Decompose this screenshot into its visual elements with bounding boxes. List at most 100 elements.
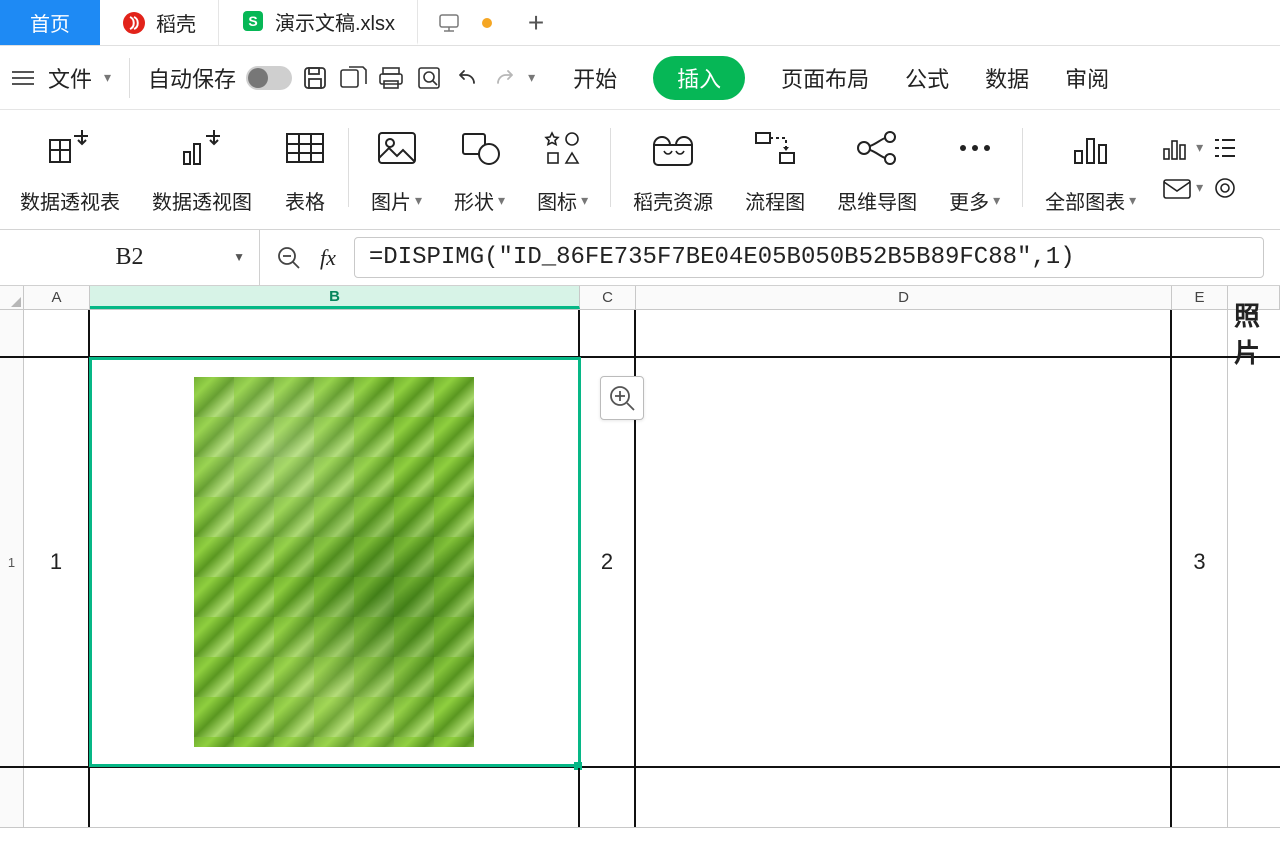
pivot-chart-button[interactable]: 数据透视图 [136,124,268,215]
new-tab-button[interactable]: + [512,0,560,45]
cell[interactable] [1228,768,1280,827]
print-button[interactable] [376,63,406,93]
select-all-corner[interactable] [0,286,24,309]
all-charts-label: 全部图表▾ [1045,186,1136,215]
envelope-icon[interactable]: ▾ [1162,174,1203,202]
shape-button[interactable]: 形状▾ [438,124,521,215]
autosave-toggle[interactable]: 自动保存 [148,62,292,94]
icon-button[interactable]: 图标▾ [521,124,604,215]
more-label: 更多▾ [949,186,1000,215]
tab-file-label: 演示文稿.xlsx [275,7,395,36]
photo-header-cell[interactable]: 照片 [1228,310,1280,356]
row-header-1[interactable]: 1 [0,358,24,766]
cell-F2[interactable] [1228,358,1280,766]
tab-home-label: 首页 [30,8,70,37]
small-chart-group: ▾ ▾ [1152,120,1213,215]
toolbar-more-icon[interactable]: ▾ [528,69,535,86]
cell[interactable] [580,310,636,356]
cell-E2[interactable]: 3 [1172,358,1228,766]
cell[interactable] [1172,310,1228,356]
col-E[interactable]: E [1172,286,1228,309]
undo-button[interactable] [452,63,482,93]
icons-icon [542,124,584,172]
svg-text:S: S [248,13,257,29]
picture-label: 图片▾ [371,186,422,215]
name-box[interactable]: B2 ▼ [0,230,260,285]
docer-resource-button[interactable]: 稻壳资源 [617,124,729,215]
cell-B2[interactable] [90,358,580,766]
small-chart-group2 [1213,120,1247,215]
tab-docer[interactable]: 稻壳 [100,0,219,45]
menu-review[interactable]: 审阅 [1065,62,1109,94]
col-B[interactable]: B [90,286,580,309]
cell[interactable] [90,768,580,827]
target-icon[interactable] [1213,174,1237,202]
spreadsheet-grid[interactable]: A B C D E 照片 1 1 2 3 [0,286,1280,828]
flowchart-label: 流程图 [745,186,805,215]
col-C[interactable]: C [580,286,636,309]
list-icon[interactable] [1213,134,1237,162]
menu-insert[interactable]: 插入 [653,56,745,100]
fx-label[interactable]: fx [320,245,336,271]
document-tabs: 首页 稻壳 S 演示文稿.xlsx + [0,0,1280,46]
save-as-button[interactable] [338,63,368,93]
menu-start[interactable]: 开始 [573,62,617,94]
pivot-table-label: 数据透视表 [20,186,120,215]
chart-icon [1069,124,1113,172]
flowchart-button[interactable]: 流程图 [729,124,821,215]
table-row: 照片 [0,310,1280,358]
mindmap-button[interactable]: 思维导图 [821,124,933,215]
pivot-table-button[interactable]: 数据透视表 [4,124,136,215]
table-icon [284,124,326,172]
picture-icon [376,124,418,172]
col-D[interactable]: D [636,286,1172,309]
mindmap-label: 思维导图 [837,186,917,215]
quick-toolbar: 文件 ▾ 自动保存 ▾ 开始 插入 页面布局 公式 数据 审阅 [0,46,1280,110]
menu-formula[interactable]: 公式 [905,62,949,94]
table-button[interactable]: 表格 [268,124,342,215]
row-header[interactable] [0,768,24,827]
zoom-out-icon[interactable] [276,245,302,271]
more-icon [955,124,995,172]
cell-D2[interactable] [636,358,1172,766]
formula-input[interactable]: =DISPIMG("ID_86FE735F7BE04E05B050B52B5B8… [354,237,1264,278]
switch-icon[interactable] [246,66,292,90]
docer-resource-label: 稻壳资源 [633,186,713,215]
status-dot [482,18,492,28]
separator [129,58,130,98]
docer-icon [122,11,146,35]
save-button[interactable] [300,63,330,93]
shape-label: 形状▾ [454,186,505,215]
menu-icon[interactable] [12,71,34,85]
picture-button[interactable]: 图片▾ [355,124,438,215]
tab-window-controls [418,0,512,45]
monitor-icon[interactable] [438,13,460,33]
tab-home[interactable]: 首页 [0,0,100,45]
column-headers: A B C D E [0,286,1280,310]
cell[interactable] [636,768,1172,827]
zoom-image-button[interactable] [600,376,644,420]
tab-file[interactable]: S 演示文稿.xlsx [219,0,418,45]
print-preview-button[interactable] [414,63,444,93]
cell[interactable] [580,768,636,827]
col-A[interactable]: A [24,286,90,309]
cell-A2[interactable]: 1 [24,358,90,766]
bar-chart-icon[interactable]: ▾ [1162,134,1203,162]
cell[interactable] [1172,768,1228,827]
cell[interactable] [24,310,90,356]
ribbon: 数据透视表 数据透视图 表格 图片▾ 形状▾ 图标▾ 稻壳资源 流程图 思维导图… [0,110,1280,230]
file-menu[interactable]: 文件 [48,62,92,94]
embedded-image[interactable] [194,377,474,747]
menu-layout[interactable]: 页面布局 [781,62,869,94]
cell[interactable] [90,310,580,356]
redo-button[interactable] [490,63,520,93]
cell[interactable] [24,768,90,827]
cell[interactable] [636,310,1172,356]
row-header[interactable] [0,310,24,356]
tab-docer-label: 稻壳 [156,8,196,37]
more-button[interactable]: 更多▾ [933,124,1016,215]
menu-data[interactable]: 数据 [985,62,1029,94]
autosave-label: 自动保存 [148,62,236,94]
spreadsheet-icon: S [241,9,265,33]
all-charts-button[interactable]: 全部图表▾ [1029,124,1152,215]
